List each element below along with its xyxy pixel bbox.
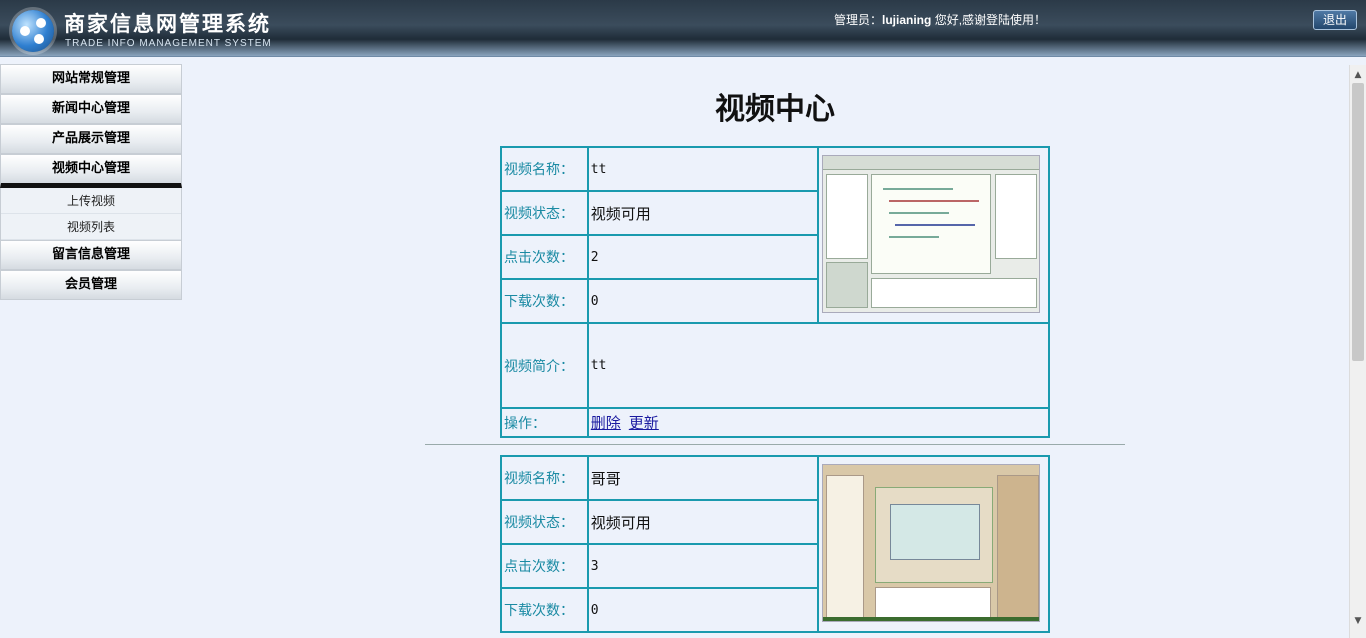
video-thumbnail[interactable]	[821, 155, 1040, 313]
video-submenu: 上传视频 视频列表	[0, 188, 182, 240]
divider	[425, 444, 1125, 445]
label-click-count: 点击次数：	[500, 234, 589, 280]
logo-icon	[12, 10, 54, 52]
video-card: 视频名称： 哥哥 视频状态： 视频可用 点击次数： 3 下载次数： 0	[500, 455, 1051, 633]
sidebar-item-site-settings[interactable]: 网站常规管理	[0, 64, 182, 94]
page-title: 视频中心	[715, 92, 835, 127]
video-name-value: 哥哥	[586, 455, 819, 501]
submenu-video-list[interactable]: 视频列表	[1, 214, 181, 240]
update-link[interactable]: 更新	[629, 414, 659, 432]
label-video-status: 视频状态：	[500, 190, 589, 236]
sidebar-item-video-center[interactable]: 视频中心管理	[0, 154, 182, 188]
click-count-value: 3	[586, 543, 819, 589]
welcome-message: 管理员：lujianing 您好,感谢登陆使用！	[834, 11, 1046, 28]
operations-cell: 删除 更新	[586, 407, 1051, 438]
video-status-value: 视频可用	[586, 499, 819, 545]
video-intro-value: tt	[586, 322, 1051, 409]
label-video-status: 视频状态：	[500, 499, 589, 545]
video-name-value: tt	[586, 146, 819, 192]
thumbnail-cell	[816, 455, 1051, 633]
scroll-thumb[interactable]	[1352, 83, 1364, 361]
scroll-down-arrow-icon[interactable]: ▼	[1350, 613, 1366, 629]
label-video-intro: 视频简介：	[500, 322, 589, 409]
welcome-prefix: 管理员：	[834, 13, 883, 27]
download-count-value: 0	[586, 278, 819, 324]
sidebar: 网站常规管理 新闻中心管理 产品展示管理 视频中心管理 上传视频 视频列表 留言…	[0, 64, 182, 300]
label-download-count: 下载次数：	[500, 587, 589, 633]
submenu-upload-video[interactable]: 上传视频	[1, 188, 181, 214]
app-header: 商家信息网管理系统 TRADE INFO MANAGEMENT SYSTEM 管…	[0, 0, 1366, 57]
label-download-count: 下载次数：	[500, 278, 589, 324]
vertical-scrollbar[interactable]: ▲ ▼	[1349, 65, 1366, 638]
delete-link[interactable]: 删除	[591, 414, 621, 432]
sidebar-item-news[interactable]: 新闻中心管理	[0, 94, 182, 124]
label-video-name: 视频名称：	[500, 146, 589, 192]
app-subtitle: TRADE INFO MANAGEMENT SYSTEM	[65, 38, 272, 49]
username: lujianing	[882, 13, 932, 27]
welcome-suffix: 您好,感谢登陆使用！	[931, 13, 1047, 27]
sidebar-item-messages[interactable]: 留言信息管理	[0, 240, 182, 270]
app-title: 商家信息网管理系统	[64, 12, 271, 36]
scroll-up-arrow-icon[interactable]: ▲	[1350, 67, 1366, 83]
video-card: 视频名称： tt 视频状态： 视频可用 点击次数： 2 下载次数： 0 视频简介…	[500, 146, 1051, 438]
sidebar-item-products[interactable]: 产品展示管理	[0, 124, 182, 154]
download-count-value: 0	[586, 587, 819, 633]
label-click-count: 点击次数：	[500, 543, 589, 589]
label-operations: 操作：	[500, 407, 589, 438]
sidebar-item-members[interactable]: 会员管理	[0, 270, 182, 300]
label-video-name: 视频名称：	[500, 455, 589, 501]
video-status-value: 视频可用	[586, 190, 819, 236]
logout-button[interactable]: 退出	[1313, 10, 1357, 30]
video-thumbnail[interactable]	[821, 464, 1040, 622]
click-count-value: 2	[586, 234, 819, 280]
thumbnail-cell	[816, 146, 1051, 324]
